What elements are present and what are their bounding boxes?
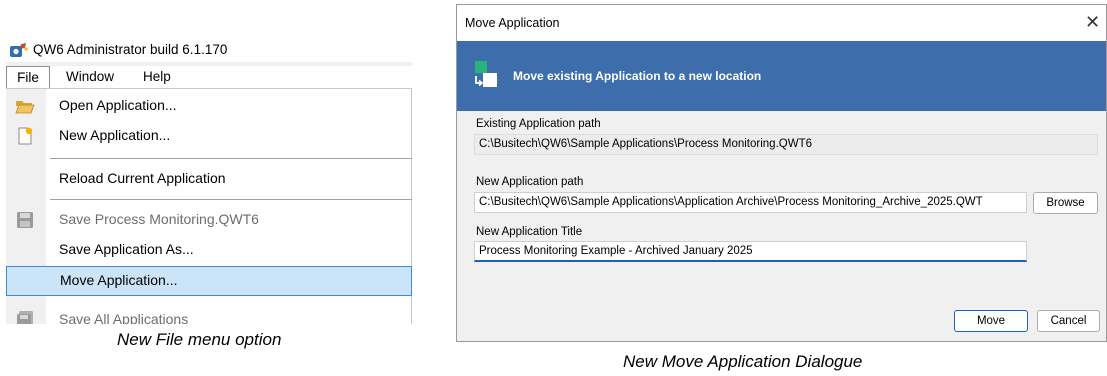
menu-window[interactable]: Window bbox=[66, 69, 114, 84]
move-application-dialog: Move Application ✕ Move existing Applica… bbox=[456, 4, 1107, 342]
menu-item-label: New Application... bbox=[59, 127, 171, 143]
save-icon bbox=[17, 212, 33, 228]
menubar: File Window Help bbox=[6, 66, 412, 88]
cancel-button[interactable]: Cancel bbox=[1037, 310, 1100, 332]
file-menu-screenshot: QW6 Administrator build 6.1.170 File Win… bbox=[6, 38, 412, 324]
caption-move-dialog: New Move Application Dialogue bbox=[623, 352, 863, 371]
menu-item-save-application-as[interactable]: Save Application As... bbox=[6, 235, 412, 265]
menu-item-label: Open Application... bbox=[59, 97, 177, 113]
app-window-title: QW6 Administrator build 6.1.170 bbox=[33, 42, 228, 57]
menu-item-reload-current-application[interactable]: Reload Current Application bbox=[6, 164, 412, 194]
dialog-titlebar: Move Application ✕ bbox=[457, 5, 1106, 41]
existing-path-label: Existing Application path bbox=[476, 118, 601, 130]
menu-help[interactable]: Help bbox=[143, 69, 171, 84]
menu-separator bbox=[50, 199, 412, 200]
save-all-icon bbox=[17, 311, 33, 324]
file-dropdown-menu: Open Application... New Application... R… bbox=[6, 88, 412, 324]
menu-item-move-application[interactable]: Move Application... bbox=[6, 266, 412, 296]
new-document-icon bbox=[18, 127, 33, 145]
new-path-label: New Application path bbox=[476, 176, 584, 188]
menu-separator bbox=[50, 158, 412, 159]
menu-item-save-all-applications: Save All Applications bbox=[6, 305, 412, 324]
menu-item-label: Move Application... bbox=[60, 272, 178, 288]
new-path-input[interactable]: C:\Busitech\QW6\Sample Applications\Appl… bbox=[474, 192, 1027, 213]
browse-button[interactable]: Browse bbox=[1033, 192, 1098, 214]
menu-item-label: Save Application As... bbox=[59, 241, 194, 257]
menu-item-open-application[interactable]: Open Application... bbox=[6, 91, 412, 121]
new-title-label: New Application Title bbox=[476, 226, 583, 238]
dialog-title: Move Application bbox=[465, 16, 560, 30]
menu-item-label: Reload Current Application bbox=[59, 170, 226, 186]
menu-file[interactable]: File bbox=[6, 66, 50, 88]
move-button[interactable]: Move bbox=[954, 310, 1028, 332]
folder-open-icon bbox=[15, 101, 35, 114]
app-logo-icon bbox=[10, 43, 28, 57]
move-application-icon bbox=[475, 61, 497, 87]
app-titlebar: QW6 Administrator build 6.1.170 bbox=[6, 38, 412, 62]
close-icon[interactable]: ✕ bbox=[1085, 12, 1100, 33]
menu-item-label: Save All Applications bbox=[59, 311, 189, 324]
menu-item-label: Save Process Monitoring.QWT6 bbox=[59, 211, 259, 227]
menu-item-new-application[interactable]: New Application... bbox=[6, 121, 412, 151]
caption-file-menu: New File menu option bbox=[117, 330, 282, 349]
existing-path-field: C:\Busitech\QW6\Sample Applications\Proc… bbox=[474, 134, 1098, 155]
banner-text: Move existing Application to a new locat… bbox=[513, 69, 762, 83]
menu-item-save-application: Save Process Monitoring.QWT6 bbox=[6, 205, 412, 235]
dialog-banner: Move existing Application to a new locat… bbox=[457, 41, 1106, 111]
new-title-input[interactable]: Process Monitoring Example - Archived Ja… bbox=[474, 241, 1027, 262]
